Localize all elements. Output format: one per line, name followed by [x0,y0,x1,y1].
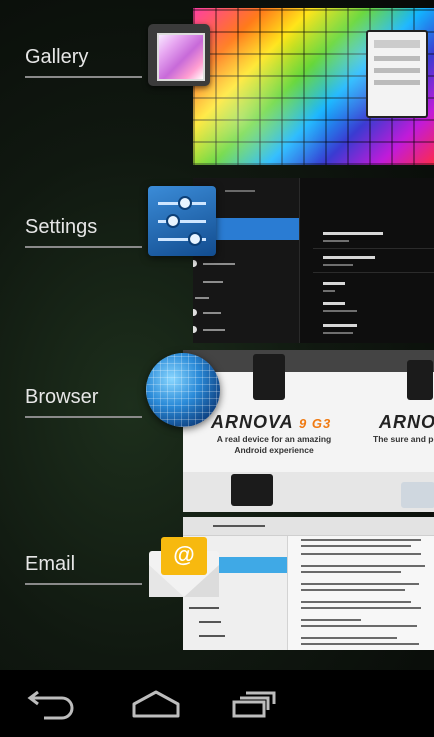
brand-logo: ARNOVA 9 G3 [211,412,332,432]
back-arrow-icon [27,690,74,720]
tablet-photo [407,360,433,400]
recent-apps-list: Gallery Settings ARNOVA 9 G3 ARNO A real… [0,0,434,670]
home-button[interactable] [126,688,186,720]
gallery-thumbnail[interactable] [193,8,434,165]
browser-header-strip [183,350,434,372]
tagline: The sure and pow [373,434,434,444]
app-label-gallery[interactable]: Gallery [25,46,88,69]
back-button[interactable] [22,688,82,720]
tagline: A real device for an amazing Android exp… [216,434,332,455]
brand-logo: ARNO [379,412,434,432]
tablet-photo [231,474,273,506]
label-divider [25,583,142,585]
app-label-browser[interactable]: Browser [25,386,98,409]
email-thumbnail[interactable] [183,517,434,650]
settings-sliders-icon[interactable] [148,186,216,256]
navigation-bar [0,670,434,737]
recent-apps-button[interactable] [224,688,284,720]
gallery-icon[interactable] [148,24,210,86]
envelope-icon[interactable]: @ [149,537,219,597]
label-divider [25,76,142,78]
tablet-photo [253,354,285,400]
browser-thumbnail[interactable]: ARNOVA 9 G3 ARNO A real device for an am… [183,350,434,512]
app-label-email[interactable]: Email [25,553,75,576]
globe-icon[interactable] [146,353,220,427]
settings-thumbnail[interactable] [193,178,434,343]
tablet-image [366,30,428,118]
label-divider [25,416,142,418]
recent-apps-icon [232,691,276,718]
label-divider [25,246,142,248]
app-label-settings[interactable]: Settings [25,216,97,239]
home-icon [132,690,180,718]
